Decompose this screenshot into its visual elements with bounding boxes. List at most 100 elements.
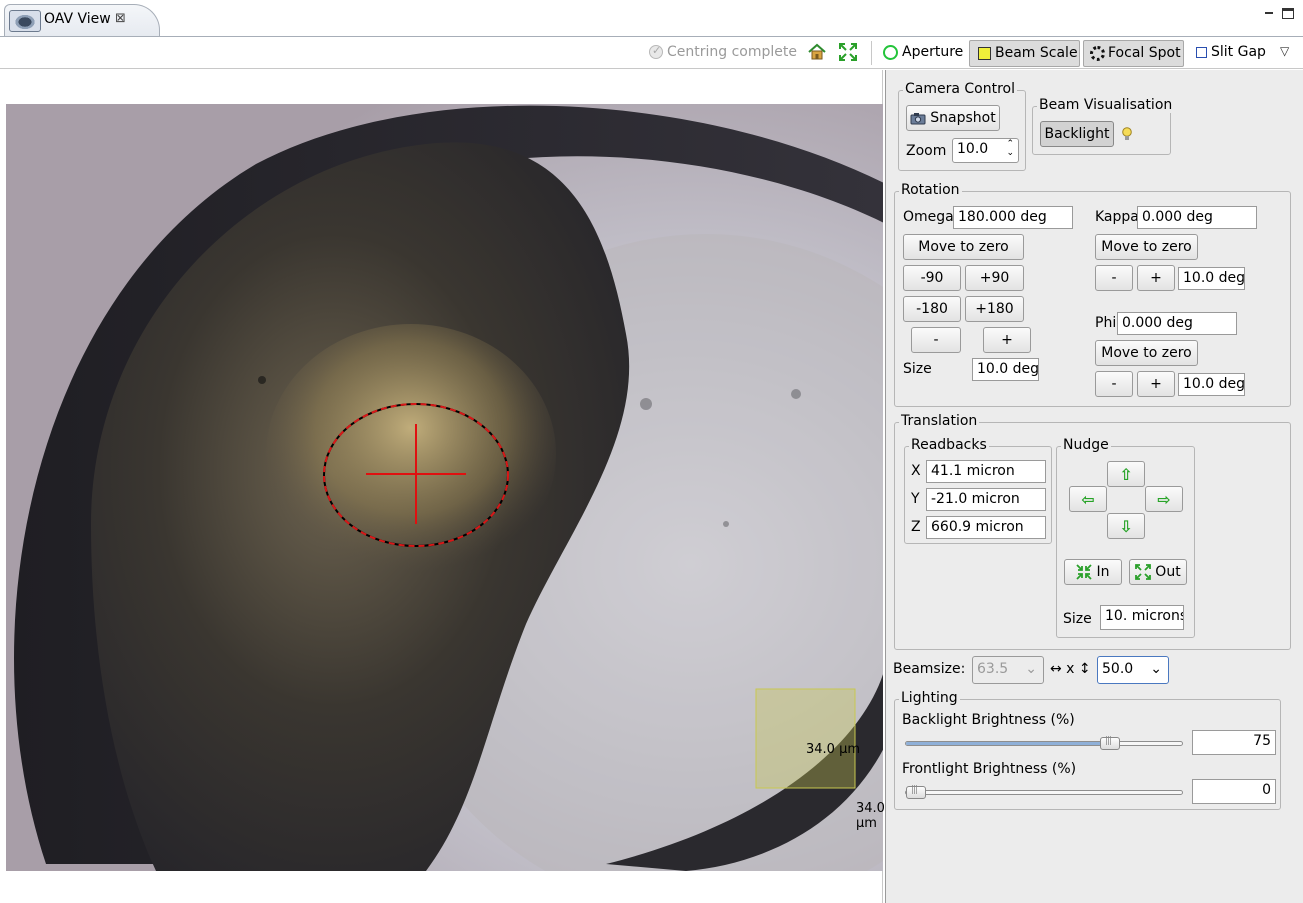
aperture-icon[interactable] <box>883 45 898 60</box>
backlight-brightness-slider[interactable] <box>905 736 1183 750</box>
beam-scale-box <box>755 688 856 789</box>
oav-image-view[interactable]: 34.0 µm 34.0 µm <box>6 70 885 903</box>
backlight-toggle-button[interactable]: Backlight <box>1040 121 1114 147</box>
beam-scale-icon <box>978 47 991 60</box>
x-label: X <box>911 463 921 479</box>
check-circle-icon <box>649 44 663 59</box>
beam-scale-height-label: 34.0 µm <box>856 801 885 831</box>
phi-label: Phi <box>1095 315 1117 331</box>
beamsize-horizontal-select: 63.5 ⌄ <box>972 656 1044 684</box>
arrow-down-icon: ⇩ <box>1119 516 1133 536</box>
omega-step-field[interactable]: 10.0 deg <box>972 358 1039 381</box>
beam-visualisation-title: Beam Visualisation <box>1037 97 1175 113</box>
omega-minus-90-button[interactable]: -90 <box>903 265 961 291</box>
y-readback-field[interactable]: -21.0 micron <box>926 488 1046 511</box>
x-readback-field[interactable]: 41.1 micron <box>926 460 1046 483</box>
omega-field[interactable]: 180.000 deg <box>953 206 1073 229</box>
frontlight-slider-handle[interactable] <box>906 785 926 799</box>
nudge-size-field[interactable]: 10. microns <box>1100 605 1184 630</box>
arrow-left-icon: ⇦ <box>1081 489 1095 509</box>
home-icon[interactable] <box>808 43 826 61</box>
kappa-label: Kappa <box>1095 209 1139 225</box>
frontlight-brightness-label: Frontlight Brightness (%) <box>902 761 1077 777</box>
phi-step-field[interactable]: 10.0 deg <box>1178 373 1245 396</box>
zoom-in-icon <box>1076 564 1093 580</box>
tab-oav-view[interactable]: OAV View ⊠ <box>4 4 160 37</box>
out-label: Out <box>1155 564 1181 580</box>
close-icon[interactable]: ⊠ <box>115 11 126 26</box>
view-toolbar: Centring complete Aperture Beam Scale Fo… <box>0 37 1303 69</box>
snapshot-button[interactable]: Snapshot <box>906 105 1000 131</box>
omega-plus-90-button[interactable]: +90 <box>965 265 1024 291</box>
kappa-move-to-zero-button[interactable]: Move to zero <box>1095 234 1198 260</box>
camera-icon <box>910 112 926 124</box>
lighting-title: Lighting <box>899 690 960 706</box>
arrow-right-icon: ⇨ <box>1157 489 1171 509</box>
beam-scale-width-label: 34.0 µm <box>806 742 861 757</box>
frontlight-brightness-slider[interactable] <box>905 785 1183 799</box>
tab-title: OAV View <box>44 11 111 27</box>
nudge-up-button[interactable]: ⇧ <box>1107 461 1145 487</box>
zoom-spinner[interactable]: 10.0 ⌃ ⌄ <box>952 138 1019 163</box>
phi-field[interactable]: 0.000 deg <box>1117 312 1237 335</box>
omega-plus-button[interactable]: + <box>983 327 1031 353</box>
zoom-fit-icon[interactable] <box>839 43 857 61</box>
focal-spot-toggle[interactable]: Focal Spot <box>1083 40 1184 67</box>
translation-group: Translation Readbacks X 41.1 micron Y -2… <box>894 413 1291 650</box>
beam-visualisation-group: Beam Visualisation Backlight <box>1032 97 1175 155</box>
translation-title: Translation <box>899 413 980 429</box>
omega-plus-180-button[interactable]: +180 <box>965 296 1024 322</box>
beamsize-separator: ↔ x ↕ <box>1050 661 1091 677</box>
kappa-plus-button[interactable]: + <box>1137 265 1175 291</box>
kappa-field[interactable]: 0.000 deg <box>1137 206 1257 229</box>
view-menu-icon[interactable]: ▽ <box>1280 44 1289 58</box>
slit-gap-icon[interactable] <box>1196 47 1207 58</box>
lighting-group: Lighting Backlight Brightness (%) 75 Fro… <box>894 690 1281 810</box>
phi-plus-button[interactable]: + <box>1137 371 1175 397</box>
maximize-icon[interactable] <box>1282 8 1294 19</box>
camera-control-group: Camera Control Snapshot Zoom 10.0 ⌃ ⌄ <box>898 81 1026 171</box>
beamsize-vertical-value[interactable]: 50.0 <box>1102 661 1133 677</box>
camera-control-title: Camera Control <box>903 81 1017 97</box>
chevron-down-icon[interactable]: ⌄ <box>1150 661 1162 677</box>
tab-bar: OAV View ⊠ <box>0 0 1303 37</box>
backlight-slider-fill <box>906 742 1110 745</box>
beamsize-vertical-select[interactable]: 50.0 ⌄ <box>1097 656 1169 684</box>
rotation-title: Rotation <box>899 182 962 198</box>
zoom-label: Zoom <box>906 143 947 159</box>
aperture-toggle[interactable]: Aperture <box>902 44 963 60</box>
omega-move-to-zero-button[interactable]: Move to zero <box>903 234 1024 260</box>
readbacks-group: Readbacks X 41.1 micron Y -21.0 micron Z… <box>904 437 1052 544</box>
backlight-brightness-field[interactable]: 75 <box>1192 730 1276 755</box>
backlight-button-label: Backlight <box>1044 126 1110 142</box>
zoom-out-icon <box>1135 564 1152 580</box>
minimize-icon[interactable] <box>1262 6 1276 20</box>
rotation-group: Rotation Omega 180.000 deg Move to zero … <box>894 182 1291 407</box>
kappa-step-field[interactable]: 10.0 deg <box>1178 267 1245 290</box>
arrow-up-icon: ⇧ <box>1119 464 1133 484</box>
oav-view-icon <box>9 10 41 32</box>
phi-move-to-zero-button[interactable]: Move to zero <box>1095 340 1198 366</box>
omega-minus-button[interactable]: - <box>911 327 961 353</box>
beamsize-label: Beamsize: <box>893 661 966 677</box>
nudge-in-button[interactable]: In <box>1064 559 1122 585</box>
sample-camera-image[interactable] <box>6 104 883 871</box>
slit-gap-toggle[interactable]: Slit Gap <box>1211 44 1266 60</box>
nudge-left-button[interactable]: ⇦ <box>1069 486 1107 512</box>
nudge-down-button[interactable]: ⇩ <box>1107 513 1145 539</box>
focal-spot-label: Focal Spot <box>1108 45 1181 61</box>
omega-minus-180-button[interactable]: -180 <box>903 296 961 322</box>
control-panel: Camera Control Snapshot Zoom 10.0 ⌃ ⌄ Bea… <box>885 70 1303 903</box>
phi-minus-button[interactable]: - <box>1095 371 1133 397</box>
spinner-arrows-icon[interactable]: ⌃ ⌄ <box>1006 140 1014 158</box>
kappa-minus-button[interactable]: - <box>1095 265 1133 291</box>
nudge-right-button[interactable]: ⇨ <box>1145 486 1183 512</box>
focal-spot-icon <box>1090 46 1105 61</box>
z-readback-field[interactable]: 660.9 micron <box>926 516 1046 539</box>
beam-scale-toggle[interactable]: Beam Scale <box>969 40 1080 67</box>
backlight-slider-handle[interactable] <box>1100 736 1120 750</box>
nudge-out-button[interactable]: Out <box>1129 559 1187 585</box>
backlight-brightness-label: Backlight Brightness (%) <box>902 712 1075 728</box>
frontlight-brightness-field[interactable]: 0 <box>1192 779 1276 804</box>
beamsize-horizontal-value: 63.5 <box>977 661 1009 677</box>
